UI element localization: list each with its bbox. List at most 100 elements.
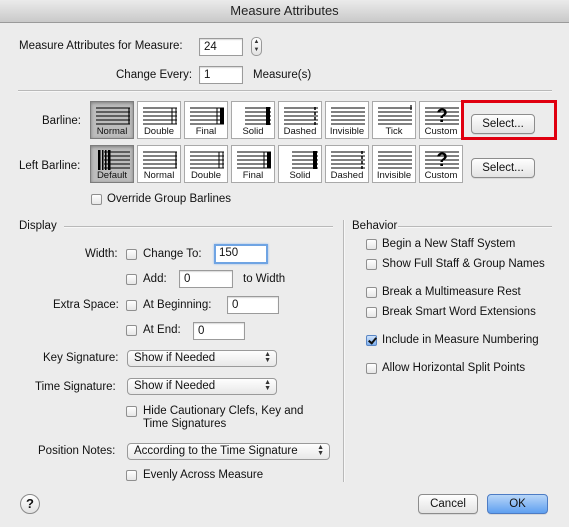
barline-double-glyph-icon — [143, 107, 177, 125]
section-divider — [343, 220, 345, 482]
time-signature-value: Show if Needed — [134, 380, 216, 392]
behavior-label: Include in Measure Numbering — [382, 334, 539, 346]
window-title: Measure Attributes — [0, 0, 569, 23]
override-group-barlines-label: Override Group Barlines — [107, 193, 231, 205]
left-barline-option-default[interactable]: Default — [90, 145, 134, 183]
at-end-field[interactable]: 0 — [193, 322, 245, 340]
barline-solid-glyph-icon — [292, 151, 318, 169]
left-barline-option-label: Solid — [289, 170, 311, 181]
at-beginning-field[interactable]: 0 — [227, 296, 279, 314]
barline-option-label: Custom — [424, 126, 458, 137]
behavior-checkbox[interactable] — [366, 287, 377, 298]
add-field[interactable]: 0 — [179, 270, 233, 288]
behavior-label: Allow Horizontal Split Points — [382, 362, 526, 374]
key-signature-popup[interactable]: Show if Needed ▲ ▼ — [127, 350, 277, 367]
behavior-checkbox[interactable] — [366, 363, 377, 374]
behavior-label: Break a Multimeasure Rest — [382, 286, 521, 298]
behavior-checkbox[interactable] — [366, 259, 377, 270]
popup-arrows-icon: ▲ ▼ — [264, 379, 271, 392]
change-to-field[interactable]: 150 — [214, 244, 268, 264]
change-every-label: Change Every: — [116, 69, 193, 81]
change-to-checkbox[interactable] — [126, 249, 137, 260]
left-barline-option-double[interactable]: Double — [184, 145, 228, 183]
key-signature-label: Key Signature: — [43, 352, 119, 364]
barline-option-tick[interactable]: Tick — [372, 101, 416, 139]
at-beginning-checkbox[interactable] — [126, 300, 137, 311]
add-label: Add: — [143, 273, 167, 285]
override-group-barlines-checkbox[interactable] — [91, 194, 102, 205]
barline-option-custom[interactable]: ? Custom — [419, 101, 463, 139]
barline-final-glyph-icon — [190, 107, 224, 125]
barline-custom-glyph-icon: ? — [425, 150, 459, 171]
ok-button[interactable]: OK — [487, 494, 548, 514]
barline-option-solid[interactable]: Solid — [231, 101, 275, 139]
barline-dashed-glyph-icon — [331, 151, 365, 169]
display-separator — [64, 226, 333, 228]
barline-double-glyph-icon — [190, 151, 224, 169]
evenly-across-label: Evenly Across Measure — [143, 469, 264, 481]
hide-cautionary-checkbox[interactable] — [126, 406, 137, 417]
barline-tick-glyph-icon — [378, 105, 412, 125]
measure-stepper[interactable]: ▲ ▼ — [251, 37, 262, 56]
behavior-label: Show Full Staff & Group Names — [382, 258, 545, 270]
left-barline-option-label: Double — [190, 170, 222, 181]
barline-option-label: Final — [195, 126, 217, 137]
highlight-box — [461, 100, 557, 140]
barline-option-invisible[interactable]: Invisible — [325, 101, 369, 139]
barline-final-glyph-icon — [237, 151, 271, 169]
left-barline-option-dashed[interactable]: Dashed — [325, 145, 369, 183]
svg-text:?: ? — [436, 106, 448, 127]
measure-number-field[interactable]: 24 — [199, 38, 243, 56]
left-barline-option-solid[interactable]: Solid — [278, 145, 322, 183]
add-checkbox[interactable] — [126, 274, 137, 285]
left-barline-option-invisible[interactable]: Invisible — [372, 145, 416, 183]
left-barline-label: Left Barline: — [19, 160, 81, 172]
behavior-section-label: Behavior — [352, 220, 398, 232]
left-barline-option-final[interactable]: Final — [231, 145, 275, 183]
top-separator — [18, 90, 552, 92]
left-barline-option-label: Default — [96, 170, 128, 181]
barline-option-double[interactable]: Double — [137, 101, 181, 139]
behavior-checkbox[interactable] — [366, 307, 377, 318]
time-signature-popup[interactable]: Show if Needed ▲ ▼ — [127, 378, 277, 395]
hide-cautionary-label-line1: Hide Cautionary Clefs, Key and — [143, 405, 304, 417]
barline-label: Barline: — [42, 115, 81, 127]
behavior-checkbox[interactable] — [366, 335, 377, 346]
barline-option-label: Invisible — [329, 126, 365, 137]
cancel-button[interactable]: Cancel — [418, 494, 478, 514]
barline-option-label: Tick — [385, 126, 403, 137]
barline-dashed-glyph-icon — [284, 107, 318, 125]
behavior-label: Break Smart Word Extensions — [382, 306, 536, 318]
barline-solid-glyph-icon — [245, 107, 271, 125]
width-label: Width: — [85, 248, 118, 260]
measure-for-label: Measure Attributes for Measure: — [19, 40, 183, 52]
left-barline-option-custom[interactable]: ? Custom — [419, 145, 463, 183]
left-barline-option-label: Normal — [143, 170, 175, 181]
to-width-label: to Width — [243, 273, 286, 285]
change-to-label: Change To: — [143, 248, 202, 260]
left-barline-option-label: Dashed — [330, 170, 364, 181]
left-barline-option-normal[interactable]: Normal — [137, 145, 181, 183]
evenly-across-checkbox[interactable] — [126, 470, 137, 481]
display-section-label: Display — [19, 220, 57, 232]
barline-invisible-glyph-icon — [331, 107, 365, 125]
barline-option-normal[interactable]: Normal — [90, 101, 134, 139]
barline-option-final[interactable]: Final — [184, 101, 228, 139]
popup-arrows-icon: ▲ ▼ — [264, 351, 271, 364]
barline-option-dashed[interactable]: Dashed — [278, 101, 322, 139]
measures-suffix: Measure(s) — [253, 69, 312, 81]
position-notes-popup[interactable]: According to the Time Signature ▲ ▼ — [127, 443, 330, 460]
barline-normal-glyph-icon — [143, 151, 177, 169]
at-beginning-label: At Beginning: — [143, 299, 212, 311]
barline-option-label: Dashed — [283, 126, 317, 137]
svg-text:?: ? — [436, 150, 448, 171]
position-notes-label: Position Notes: — [38, 445, 116, 457]
change-every-field[interactable]: 1 — [199, 66, 243, 84]
barline-invisible-glyph-icon — [378, 151, 412, 169]
hide-cautionary-label-line2: Time Signatures — [143, 418, 227, 430]
at-end-checkbox[interactable] — [126, 325, 137, 336]
help-button[interactable]: ? — [20, 494, 40, 514]
time-signature-label: Time Signature: — [35, 381, 116, 393]
behavior-checkbox[interactable] — [366, 239, 377, 250]
left-barline-select-button[interactable]: Select... — [471, 158, 535, 178]
